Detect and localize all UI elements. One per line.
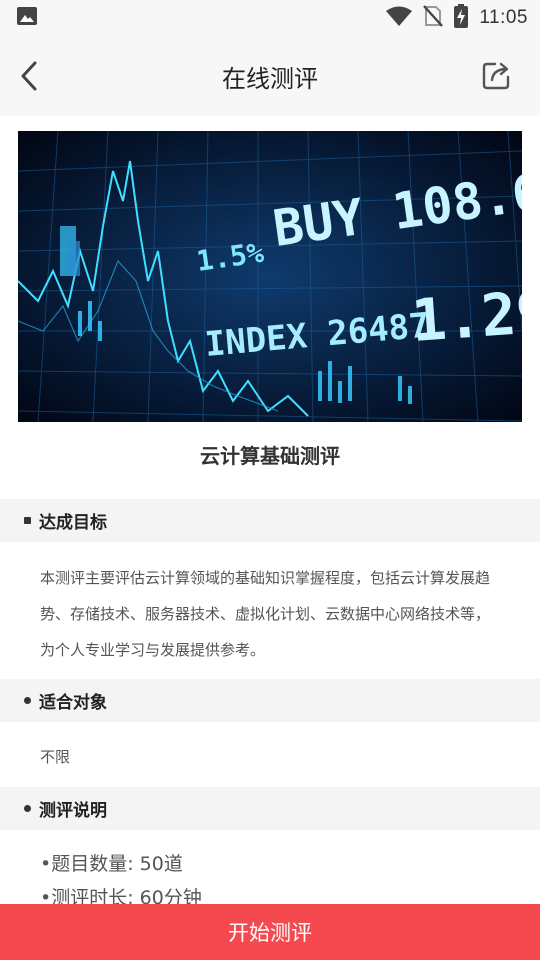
section-body-audience: 不限 [40,748,71,766]
question-count-text: •题目数量: 50道 [40,853,183,875]
course-title: 云计算基础测评 [200,444,340,468]
chevron-left-icon [21,61,37,91]
banner-text-value: 1.29 [409,277,522,355]
banner-image: 1.5% BUY 108.68 INDEX 26487 1.29 [18,131,522,422]
status-bar: 11:05 [0,0,540,36]
screen: 11:05 在线测评 1.5% BUY 108.68 INDEX 26487 1… [0,0,540,960]
nav-bar: 在线测评 [0,36,540,116]
page-title: 在线测评 [222,64,318,93]
section-body-goal: 本测评主要评估云计算领域的基础知识掌握程度，包括云计算发展趋势、存储技术、服务器… [40,569,491,659]
start-evaluation-button[interactable]: 开始测评 [0,904,540,960]
section-heading: 达成目标 [39,513,107,533]
bullet-icon [24,697,31,704]
battery-charging-icon [453,3,469,33]
wifi-icon [385,5,413,31]
back-button[interactable] [14,56,44,96]
bullet-icon [24,805,31,812]
section-heading: 适合对象 [39,693,107,713]
share-button[interactable] [480,58,514,92]
status-time: 11:05 [479,7,528,28]
image-icon [16,5,38,31]
section-header-instructions: 测评说明 [0,787,540,830]
section-header-goal: 达成目标 [0,499,540,542]
section-header-audience: 适合对象 [0,679,540,722]
bullet-icon [24,517,31,524]
no-sim-icon [423,4,444,32]
section-heading: 测评说明 [39,801,107,821]
share-icon [482,62,510,90]
